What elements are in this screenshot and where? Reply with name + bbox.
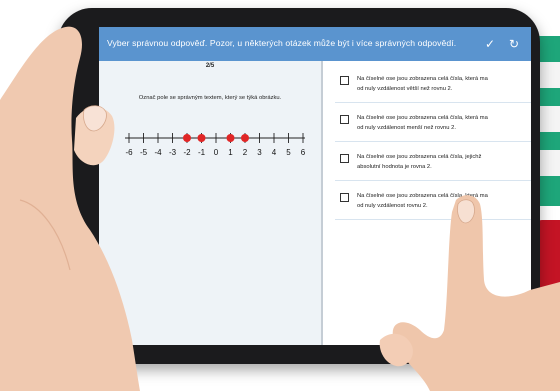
marked-point [226, 134, 235, 142]
answer-option[interactable]: Na číselné ose jsou zobrazena celá čísla… [335, 109, 531, 142]
instruction-title: Vyber správnou odpověď. Pozor, u některý… [107, 38, 457, 48]
answer-text-line: Na číselné ose jsou zobrazena celá čísla… [357, 154, 482, 160]
answer-text-line: od nuly vzdálenost větší než rovnu 2. [357, 85, 453, 92]
right-hand [379, 195, 560, 391]
tick-label: 3 [257, 148, 262, 157]
answer-text-line: od nuly vzdálenost menší než rovnu 2. [357, 124, 456, 131]
answer-text: Na číselné ose jsou zobrazena celá čísla… [357, 114, 531, 133]
tick-label: 1 [228, 148, 233, 157]
answer-text: Na číselné ose jsou zobrazena celá čísla… [357, 75, 531, 94]
card-bar [540, 106, 560, 132]
answer-text-line: Na číselné ose jsou zobrazena celá čísla… [357, 115, 488, 121]
check-icon[interactable]: ✓ [482, 36, 498, 52]
answer-option[interactable]: Na číselné ose jsou zobrazena celá čísla… [335, 148, 531, 181]
instruction-header: Vyber správnou odpověď. Pozor, u některý… [99, 27, 531, 61]
tick-label: 6 [301, 148, 305, 157]
marked-point [241, 134, 249, 142]
marked-point [183, 134, 191, 142]
answer-checkbox[interactable] [340, 193, 349, 202]
tick-label: -1 [198, 148, 206, 157]
tick-label: 0 [214, 148, 219, 157]
answer-text-line: absolutní hodnota je rovna 2. [357, 163, 432, 170]
tick-label: 2 [243, 148, 248, 157]
answer-text-line: Na číselné ose jsou zobrazena celá čísla… [357, 76, 488, 82]
card-bar [540, 150, 560, 176]
tick-label: -3 [169, 148, 177, 157]
answer-checkbox[interactable] [340, 115, 349, 124]
tick-label: -2 [183, 148, 191, 157]
marked-point [197, 134, 206, 142]
left-hand [0, 26, 140, 391]
refresh-icon[interactable]: ↻ [506, 36, 522, 52]
tick-label: 4 [272, 148, 277, 157]
answer-checkbox[interactable] [340, 154, 349, 163]
tick-label: -4 [154, 148, 162, 157]
answer-option[interactable]: Na číselné ose jsou zobrazena celá čísla… [335, 70, 531, 103]
answer-text: Na číselné ose jsou zobrazena celá čísla… [357, 153, 531, 172]
tick-label: 5 [286, 148, 291, 157]
card-bar [540, 62, 560, 88]
scene: Vyber správnou odpověď. Pozor, u některý… [0, 0, 560, 391]
number-line: -6 -5 -4 -3 -2 -1 0 1 2 3 4 5 6 [125, 133, 305, 157]
answer-checkbox[interactable] [340, 76, 349, 85]
